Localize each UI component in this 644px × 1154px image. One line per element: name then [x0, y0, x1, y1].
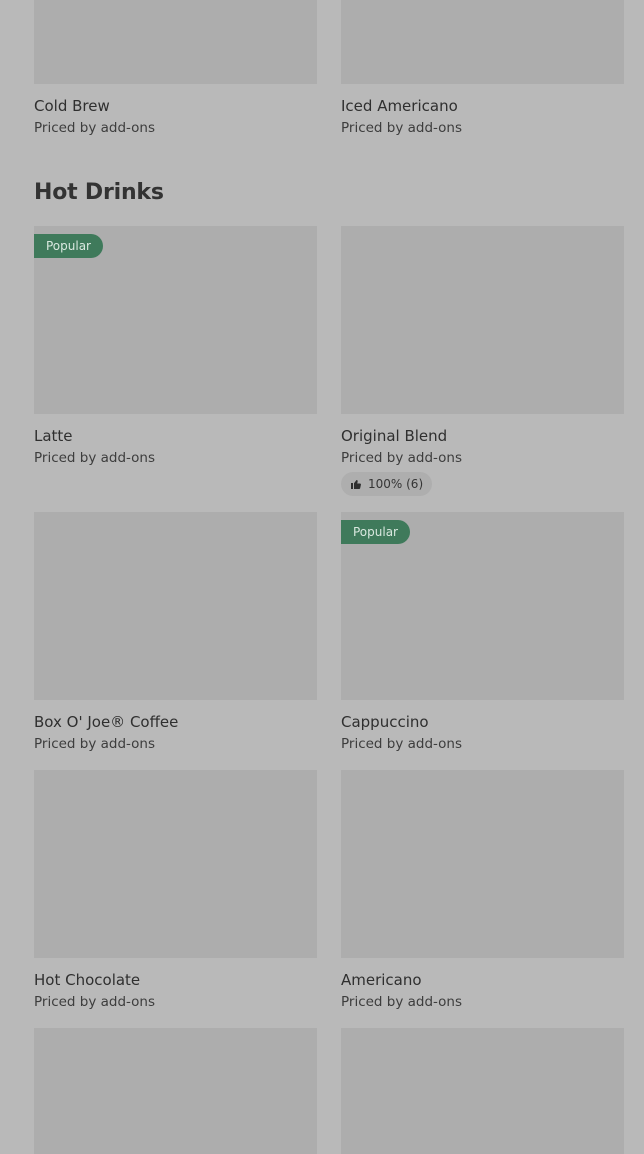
rating-chip: 100% (6) — [341, 472, 433, 496]
thumbs-up-icon — [350, 478, 362, 490]
item-price: Priced by add-ons — [34, 736, 156, 752]
item-name: Original Blend — [341, 427, 448, 445]
item-image[interactable] — [34, 0, 317, 84]
section-title-hot-drinks: Hot Drinks — [34, 180, 164, 205]
item-name: Latte — [34, 427, 73, 445]
item-image[interactable] — [341, 0, 624, 84]
item-name: Americano — [341, 971, 422, 989]
item-image[interactable]: Popular — [34, 226, 317, 414]
item-image[interactable]: Popular — [341, 512, 624, 700]
menu-item-card-next-left[interactable] — [34, 1028, 317, 1154]
item-image[interactable] — [34, 1028, 317, 1154]
menu-item-card-cappuccino[interactable]: Popular Cappuccino Priced by add-ons — [341, 512, 624, 754]
rating-text: 100% (6) — [368, 477, 424, 491]
item-image[interactable] — [34, 770, 317, 958]
item-price: Priced by add-ons — [341, 120, 463, 136]
menu-item-card-iced-americano[interactable]: Iced Americano Priced by add-ons — [341, 0, 624, 138]
popular-badge: Popular — [34, 234, 103, 258]
item-price: Priced by add-ons — [341, 994, 463, 1010]
menu-page: Cold Brew Priced by add-ons Iced America… — [0, 0, 644, 1154]
menu-item-card-americano[interactable]: Americano Priced by add-ons — [341, 770, 624, 1012]
menu-item-card-box-o-joe[interactable]: Box O' Joe® Coffee Priced by add-ons — [34, 512, 317, 754]
menu-item-card-cold-brew[interactable]: Cold Brew Priced by add-ons — [34, 0, 317, 138]
item-price: Priced by add-ons — [34, 994, 156, 1010]
item-price: Priced by add-ons — [34, 120, 156, 136]
item-image[interactable] — [341, 226, 624, 414]
item-name: Hot Chocolate — [34, 971, 141, 989]
menu-item-card-latte[interactable]: Popular Latte Priced by add-ons — [34, 226, 317, 468]
item-image[interactable] — [341, 1028, 624, 1154]
item-price: Priced by add-ons — [341, 736, 463, 752]
item-name: Cold Brew — [34, 97, 110, 115]
item-price: Priced by add-ons — [34, 450, 156, 466]
menu-item-card-next-right[interactable] — [341, 1028, 624, 1154]
menu-item-card-original-blend[interactable]: Original Blend Priced by add-ons 100% (6… — [341, 226, 624, 496]
menu-item-card-hot-chocolate[interactable]: Hot Chocolate Priced by add-ons — [34, 770, 317, 1012]
item-image[interactable] — [341, 770, 624, 958]
item-image[interactable] — [34, 512, 317, 700]
item-name: Cappuccino — [341, 713, 429, 731]
popular-badge: Popular — [341, 520, 410, 544]
item-name: Box O' Joe® Coffee — [34, 713, 179, 731]
item-name: Iced Americano — [341, 97, 458, 115]
item-price: Priced by add-ons — [341, 450, 463, 466]
